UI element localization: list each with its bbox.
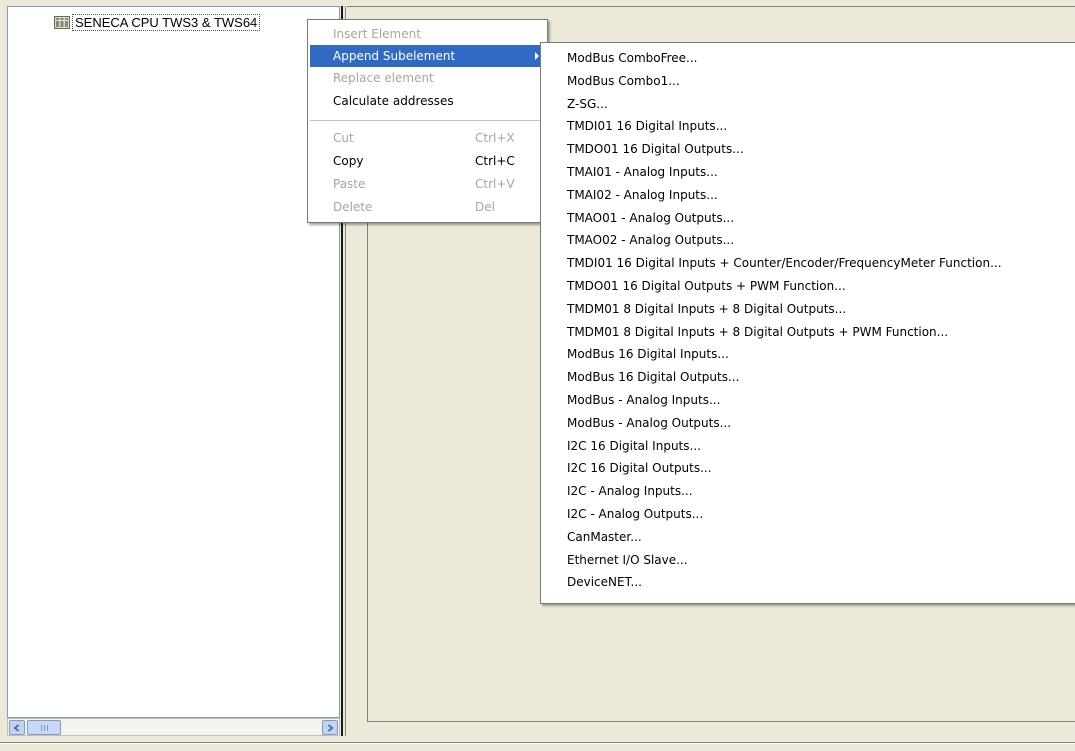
tree-node-root[interactable]: SENECA CPU TWS3 & TWS64 <box>54 13 261 31</box>
submenu-item-label: TMDM01 8 Digital Inputs + 8 Digital Outp… <box>567 324 949 339</box>
status-divider-highlight <box>0 743 1075 744</box>
submenu-item-tmdo01-16-digital-outputs-pwm-function[interactable]: TMDO01 16 Digital Outputs + PWM Function… <box>543 275 1071 298</box>
submenu-item-label: TMDM01 8 Digital Inputs + 8 Digital Outp… <box>567 301 847 316</box>
append-subelement-submenu: ModBus ComboFree... ModBus Combo1... Z-SG.… <box>540 42 1075 604</box>
submenu-item-label: I2C 16 Digital Outputs... <box>567 461 712 476</box>
menu-item-label: Paste <box>333 177 366 191</box>
context-menu: Insert Element Append Subelement Replace… <box>307 19 548 223</box>
menu-item-copy[interactable]: Copy Ctrl+C <box>310 150 545 172</box>
submenu-item-tmao01-analog-outputs[interactable]: TMAO01 - Analog Outputs... <box>543 207 1071 230</box>
menu-item-shortcut: Ctrl+C <box>475 154 515 168</box>
horizontal-scrollbar[interactable] <box>7 718 340 736</box>
submenu-item-tmdi01-16-digital-inputs[interactable]: TMDI01 16 Digital Inputs... <box>543 115 1071 138</box>
menu-item-cut[interactable]: Cut Ctrl+X <box>310 127 545 149</box>
menu-item-label: Cut <box>333 131 354 145</box>
submenu-item-tmdi01-16-digital-inputs-counter-encoder-frequencymeter-function[interactable]: TMDI01 16 Digital Inputs + Counter/Encod… <box>543 252 1071 275</box>
submenu-item-label: ModBus ComboFree... <box>567 51 698 65</box>
menu-item-label: Append Subelement <box>333 49 456 63</box>
submenu-item-label: TMDI01 16 Digital Inputs + Counter/Encod… <box>567 256 1002 271</box>
submenu-item-i2c-16-digital-outputs[interactable]: I2C 16 Digital Outputs... <box>543 457 1071 480</box>
submenu-item-modbus-combo1[interactable]: ModBus Combo1... <box>543 70 1071 93</box>
submenu-item-canmaster[interactable]: CanMaster... <box>543 526 1071 549</box>
submenu-item-tmao02-analog-outputs[interactable]: TMAO02 - Analog Outputs... <box>543 229 1071 252</box>
submenu-item-label: Ethernet I/O Slave... <box>567 552 688 567</box>
submenu-item-i2c-analog-inputs[interactable]: I2C - Analog Inputs... <box>543 480 1071 503</box>
submenu-item-label: TMAI01 - Analog Inputs... <box>567 165 718 179</box>
menu-item-shortcut: Ctrl+X <box>475 131 515 145</box>
submenu-item-label: TMAO02 - Analog Outputs... <box>567 233 735 248</box>
submenu-item-label: ModBus Combo1... <box>567 73 680 88</box>
menu-item-label: Replace element <box>333 71 434 85</box>
submenu-item-modbus-16-digital-outputs[interactable]: ModBus 16 Digital Outputs... <box>543 366 1071 389</box>
arrow-left-icon[interactable] <box>9 720 25 735</box>
submenu-item-label: Z-SG... <box>567 96 608 111</box>
submenu-item-modbus-16-digital-inputs[interactable]: ModBus 16 Digital Inputs... <box>543 343 1071 366</box>
submenu-item-tmai01-analog-inputs[interactable]: TMAI01 - Analog Inputs... <box>543 161 1071 184</box>
submenu-item-tmdo01-16-digital-outputs[interactable]: TMDO01 16 Digital Outputs... <box>543 138 1071 161</box>
submenu-item-label: I2C - Analog Inputs... <box>567 484 693 499</box>
menu-item-replace-element[interactable]: Replace element <box>310 67 545 89</box>
submenu-item-label: I2C 16 Digital Inputs... <box>567 438 701 453</box>
submenu-item-label: DeviceNET... <box>567 575 642 590</box>
submenu-item-ethernet-i-o-slave[interactable]: Ethernet I/O Slave... <box>543 549 1071 572</box>
menu-item-label: Delete <box>333 200 373 214</box>
menu-item-paste[interactable]: Paste Ctrl+V <box>310 173 545 195</box>
submenu-item-i2c-analog-outputs[interactable]: I2C - Analog Outputs... <box>543 503 1071 526</box>
submenu-arrow-icon <box>535 52 539 60</box>
menu-item-label: Calculate addresses <box>333 94 454 108</box>
submenu-item-label: ModBus 16 Digital Inputs... <box>567 347 729 362</box>
scrollbar-thumb[interactable] <box>27 720 61 735</box>
submenu-item-modbus-analog-outputs[interactable]: ModBus - Analog Outputs... <box>543 412 1071 435</box>
tree-view[interactable]: SENECA CPU TWS3 & TWS64 <box>7 6 340 718</box>
submenu-item-tmdm01-8-digital-inputs-8-digital-outputs-pwm-function[interactable]: TMDM01 8 Digital Inputs + 8 Digital Outp… <box>543 321 1071 344</box>
submenu-item-label: ModBus - Analog Inputs... <box>567 393 721 407</box>
submenu-item-label: ModBus 16 Digital Outputs... <box>567 370 740 385</box>
submenu-item-label: TMDO01 16 Digital Outputs... <box>567 142 744 157</box>
tree-node-label[interactable]: SENECA CPU TWS3 & TWS64 <box>72 13 261 31</box>
submenu-item-tmai02-analog-inputs[interactable]: TMAI02 - Analog Inputs... <box>543 184 1071 207</box>
menu-item-calculate-addresses[interactable]: Calculate addresses <box>310 90 545 112</box>
application-window: SENECA CPU TWS3 & TWS64 Insert Element A… <box>0 0 1075 751</box>
submenu-item-label: TMDO01 16 Digital Outputs + PWM Function… <box>567 279 846 293</box>
submenu-item-z-sg[interactable]: Z-SG... <box>543 93 1071 116</box>
menu-item-append-subelement[interactable]: Append Subelement <box>310 45 545 67</box>
arrow-right-icon[interactable] <box>322 720 338 735</box>
submenu-item-label: TMAO01 - Analog Outputs... <box>567 210 735 225</box>
submenu-item-label: TMAI02 - Analog Inputs... <box>567 187 718 202</box>
menu-separator <box>310 120 545 121</box>
submenu-item-label: ModBus - Analog Outputs... <box>567 415 732 430</box>
menu-item-delete[interactable]: Delete Del <box>310 196 545 218</box>
menu-item-label: Insert Element <box>333 27 421 41</box>
submenu-item-modbus-combofree[interactable]: ModBus ComboFree... <box>543 47 1071 70</box>
submenu-item-tmdm01-8-digital-inputs-8-digital-outputs[interactable]: TMDM01 8 Digital Inputs + 8 Digital Outp… <box>543 298 1071 321</box>
submenu-item-label: I2C - Analog Outputs... <box>567 507 704 521</box>
module-icon <box>54 15 70 30</box>
menu-item-shortcut: Ctrl+V <box>475 177 515 191</box>
submenu-item-label: CanMaster... <box>567 529 642 544</box>
submenu-item-modbus-analog-inputs[interactable]: ModBus - Analog Inputs... <box>543 389 1071 412</box>
submenu-item-devicenet[interactable]: DeviceNET... <box>543 571 1071 594</box>
menu-item-label: Copy <box>333 154 364 168</box>
submenu-item-i2c-16-digital-inputs[interactable]: I2C 16 Digital Inputs... <box>543 435 1071 458</box>
menu-item-shortcut: Del <box>475 200 495 214</box>
menu-item-insert-element[interactable]: Insert Element <box>310 23 545 45</box>
submenu-item-label: TMDI01 16 Digital Inputs... <box>567 119 728 134</box>
